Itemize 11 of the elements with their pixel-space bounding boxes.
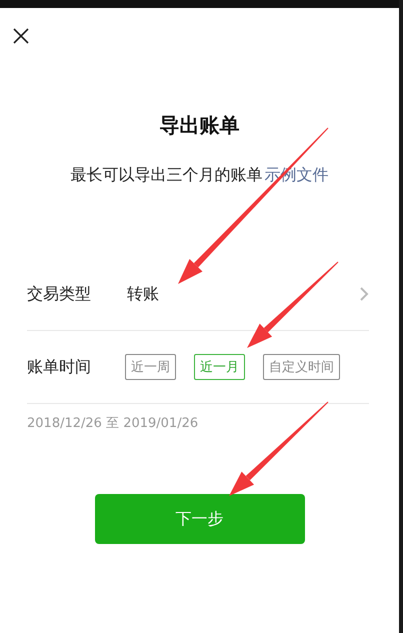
next-button[interactable]: 下一步 — [94, 494, 304, 544]
field-label: 账单时间 — [27, 356, 92, 378]
period-option[interactable]: 近一月 — [194, 354, 245, 380]
date-range: 2018/12/26 至 2019/01/26 — [27, 415, 200, 432]
period-option[interactable]: 近一周 — [125, 354, 176, 380]
period-option[interactable]: 自定义时间 — [263, 354, 340, 380]
page-title: 导出账单 — [158, 112, 240, 139]
close-icon[interactable] — [13, 28, 29, 44]
subtitle-text: 最长可以导出三个月的账单 — [70, 165, 262, 186]
field-value[interactable]: 转账 — [127, 284, 360, 304]
field-label: 交易类型 — [27, 284, 92, 304]
